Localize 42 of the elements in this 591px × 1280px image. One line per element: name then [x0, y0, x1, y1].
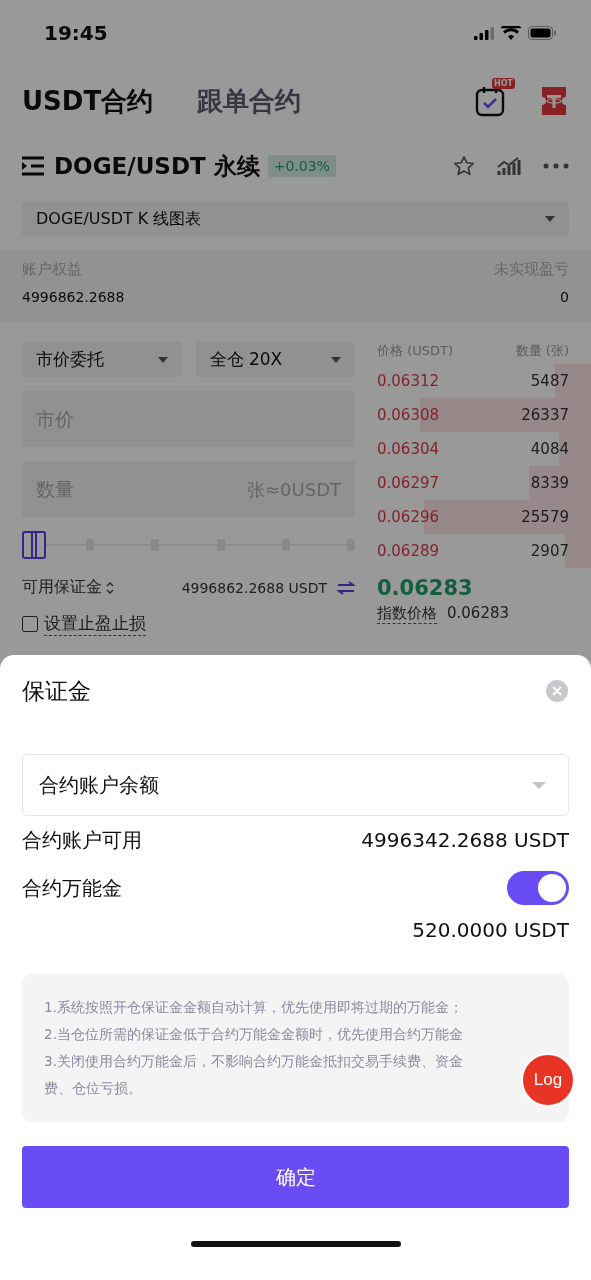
bonus-amount: 520.0000 USDT	[412, 918, 569, 942]
quantity-header: 数量 (张)	[515, 342, 569, 360]
note-text: 费、仓位亏损。	[44, 1079, 142, 1098]
note-text: 2.当仓位所需的保证金低于合约万能金金额时，优先使用合约万能金	[44, 1025, 463, 1044]
header-tab[interactable]: 跟单合约	[197, 83, 302, 119]
status-time: 19:45	[44, 21, 109, 45]
chart-select[interactable]: DOGE/USDT K 线图表	[22, 202, 569, 236]
confirm-button[interactable]: 确定	[22, 1146, 569, 1208]
ask-price: 0.06296	[377, 508, 440, 526]
tpsl-label[interactable]: 设置止盈止损	[44, 612, 146, 636]
margin-mode-select[interactable]: 全仓 20X	[195, 342, 355, 377]
available-value: 4996342.2688 USDT	[361, 828, 569, 852]
ask-quantity: 2907	[530, 542, 569, 560]
price-header: 价格 (USDT)	[377, 342, 453, 360]
change-badge: +0.03%	[267, 155, 336, 177]
ask-quantity: 8339	[530, 474, 569, 492]
ask-price: 0.06304	[377, 440, 440, 458]
sheet-title: 保证金	[22, 676, 91, 706]
account-select[interactable]: 合约账户余额	[22, 754, 569, 816]
available-value: 4996862.2688 USDT	[181, 579, 327, 596]
last-price: 0.06283	[377, 576, 474, 600]
ask-quantity: 26337	[521, 406, 569, 424]
bonus-label: 合约万能金	[22, 874, 122, 902]
ask-quantity: 25579	[521, 508, 569, 526]
ask-price: 0.06289	[377, 542, 440, 560]
ask-price: 0.06297	[377, 474, 440, 492]
ask-price: 0.06312	[377, 372, 440, 390]
equity-value: 4996862.2688	[22, 289, 125, 305]
pair-name: DOGE/USDT 永续	[54, 151, 260, 181]
ask-quantity: 5487	[530, 372, 569, 390]
ask-quantity: 4084	[530, 440, 569, 458]
order-type-select[interactable]: 市价委托	[22, 342, 182, 377]
ask-price: 0.06308	[377, 406, 440, 424]
pnl-value: 0	[560, 289, 569, 305]
available-label: 合约账户可用	[22, 826, 142, 854]
index-price-label[interactable]: 指数价格	[377, 604, 437, 624]
note-text: 3.关闭使用合约万能金后，不影响合约万能金抵扣交易手续费、资金	[44, 1052, 463, 1071]
note-text: 1.系统按照开仓保证金金额自动计算，优先使用即将过期的万能金；	[44, 998, 463, 1017]
header-tab[interactable]: USDT合约	[22, 83, 154, 119]
available-label: 可用保证金	[22, 577, 102, 598]
hot-badge: HOT	[492, 78, 515, 89]
index-price: 0.06283	[447, 604, 510, 624]
